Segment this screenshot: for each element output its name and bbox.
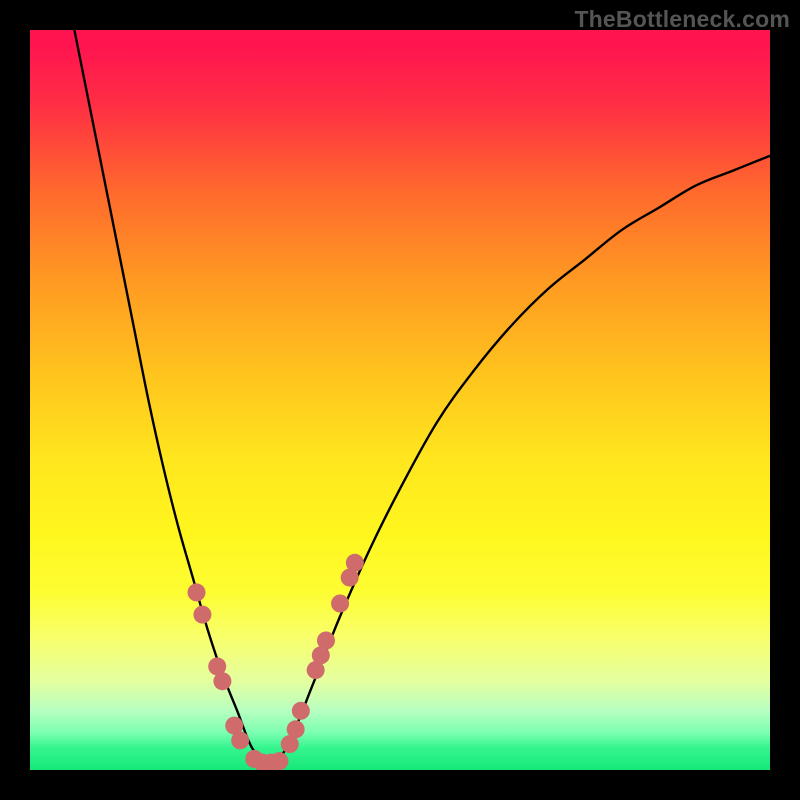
data-marker: [287, 720, 305, 738]
right-curve: [267, 156, 770, 763]
left-curve: [74, 30, 266, 763]
data-marker: [188, 583, 206, 601]
curves-svg: [30, 30, 770, 770]
data-marker: [213, 672, 231, 690]
plot-area: [30, 30, 770, 770]
marker-group: [188, 554, 364, 770]
chart-frame: TheBottleneck.com: [0, 0, 800, 800]
data-marker: [270, 752, 288, 770]
data-marker: [346, 554, 364, 572]
data-marker: [292, 702, 310, 720]
data-marker: [317, 632, 335, 650]
data-marker: [193, 606, 211, 624]
attribution-label: TheBottleneck.com: [574, 6, 790, 33]
data-marker: [331, 595, 349, 613]
data-marker: [231, 731, 249, 749]
